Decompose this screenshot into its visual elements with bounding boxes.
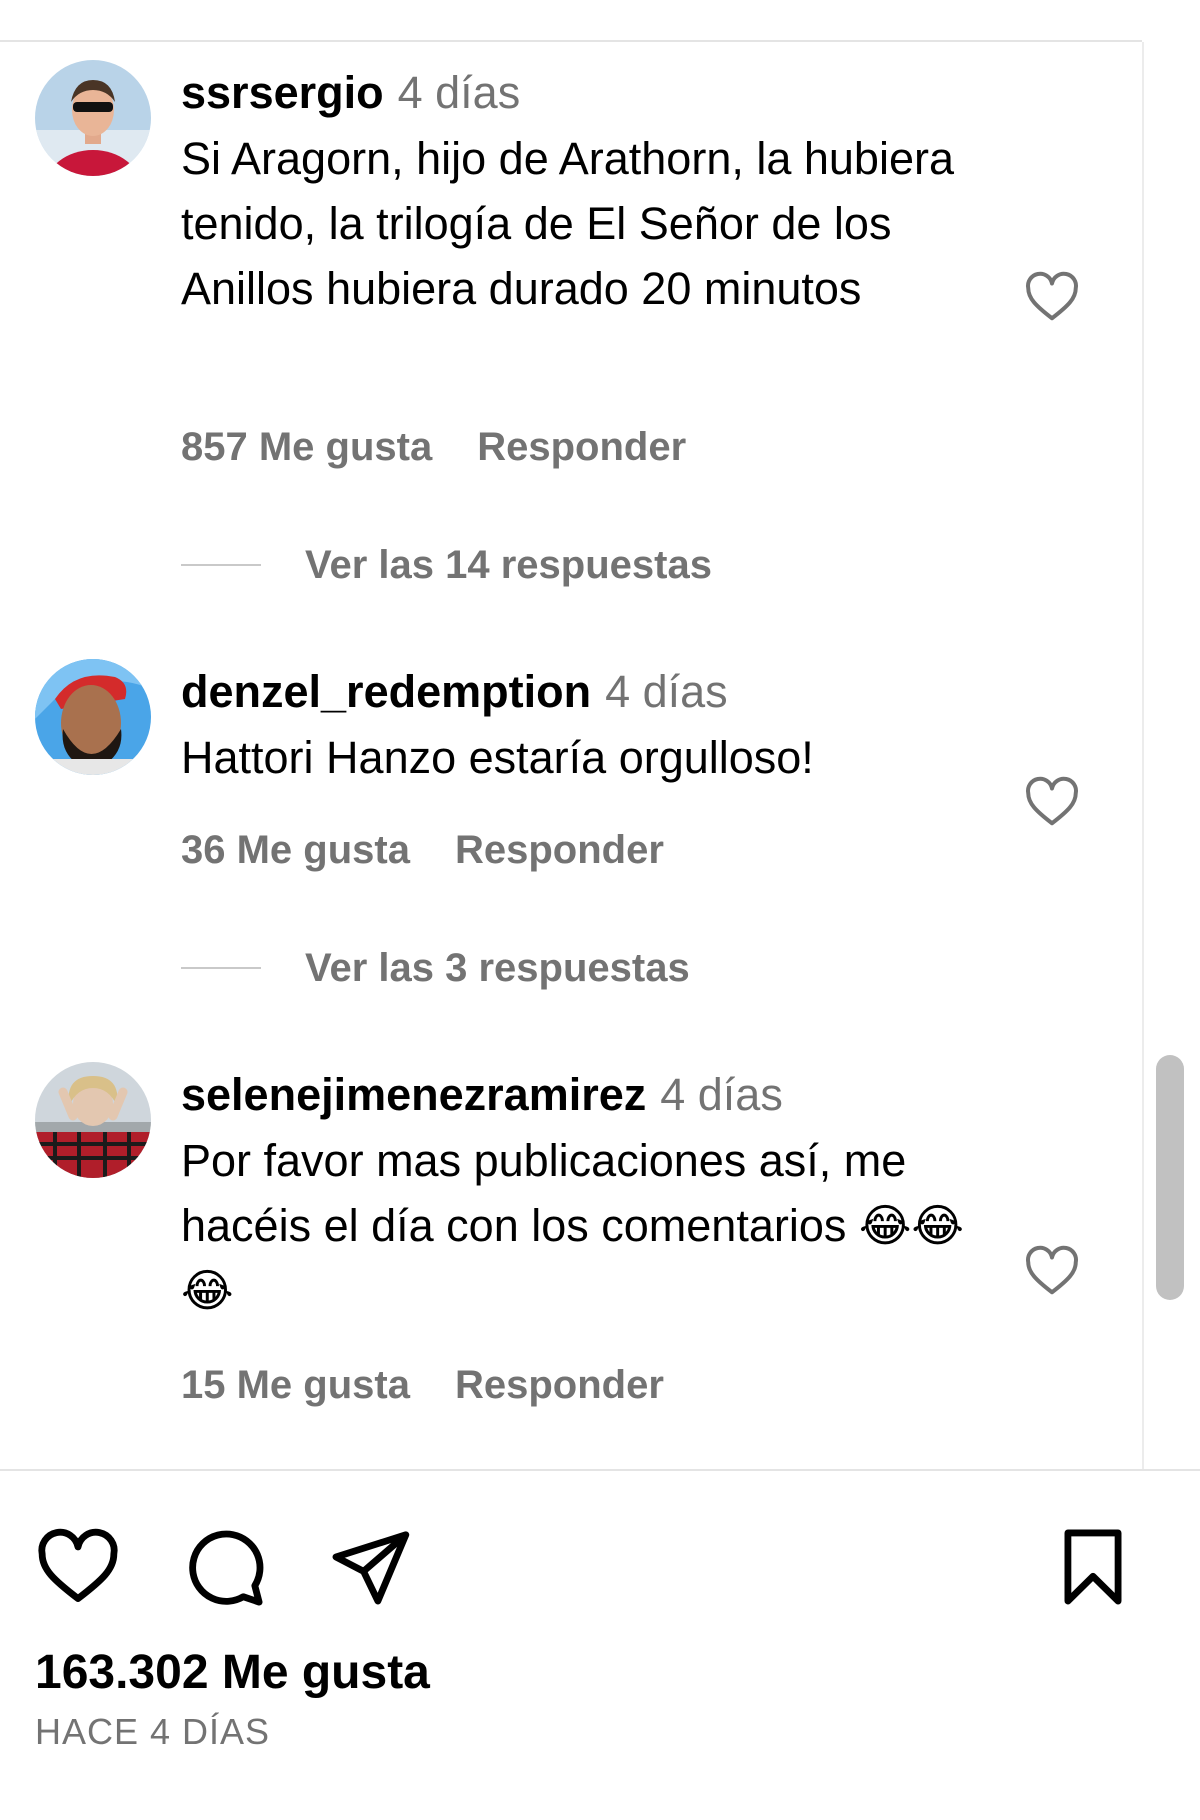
comment-like-count[interactable]: 15 Me gusta [181, 1363, 410, 1407]
post-timestamp[interactable]: HACE 4 DÍAS [35, 1708, 270, 1756]
avatar[interactable] [35, 659, 151, 775]
comment-time[interactable]: 4 días [398, 67, 521, 118]
reply-button[interactable]: Responder [477, 425, 686, 469]
comment-like-count[interactable]: 36 Me gusta [181, 828, 410, 872]
comment-time[interactable]: 4 días [660, 1069, 783, 1120]
comment-text: Hattori Hanzo estaría orgulloso! [181, 732, 814, 783]
post-like-count[interactable]: 163.302 Me gusta [35, 1640, 430, 1706]
comment-username[interactable]: ssrsergio [181, 67, 384, 118]
post-comments-panel: ssrsergio 4 días Si Aragorn, hijo de Arat… [0, 0, 1200, 1820]
comment-heart-icon[interactable] [1022, 772, 1082, 832]
bottom-divider [0, 1469, 1200, 1471]
paper-plane-icon[interactable] [327, 1524, 413, 1610]
comment-heart-icon[interactable] [1022, 267, 1082, 327]
comment-actions: 36 Me gusta Responder [181, 828, 664, 873]
comments-list: ssrsergio 4 días Si Aragorn, hijo de Arat… [0, 42, 1142, 1469]
comment-like-count[interactable]: 857 Me gusta [181, 425, 432, 469]
heart-icon[interactable] [35, 1524, 121, 1610]
reply-button[interactable]: Responder [455, 1363, 664, 1407]
avatar[interactable] [35, 60, 151, 176]
view-replies-label[interactable]: Ver las 14 respuestas [305, 543, 712, 588]
scrollbar-thumb[interactable] [1156, 1055, 1184, 1300]
view-replies-button[interactable]: Ver las 3 respuestas [181, 938, 690, 998]
view-replies-button[interactable]: Ver las 14 respuestas [181, 535, 712, 595]
comment-bubble-icon[interactable] [181, 1524, 267, 1610]
comment-actions: 15 Me gusta Responder [181, 1363, 664, 1408]
divider-line [181, 967, 261, 969]
divider-line [181, 564, 261, 566]
comment-text: Si Aragorn, hijo de Arathorn, la hubiera… [181, 133, 954, 314]
comment-time[interactable]: 4 días [605, 666, 728, 717]
comment-text: Por favor mas publicaciones así, me hacé… [181, 1135, 965, 1316]
comment-actions: 857 Me gusta Responder [181, 425, 686, 470]
comment-username[interactable]: selenejimenezramirez [181, 1069, 646, 1120]
bookmark-icon[interactable] [1050, 1524, 1136, 1610]
comment-heart-icon[interactable] [1022, 1241, 1082, 1301]
avatar[interactable] [35, 1062, 151, 1178]
comment-username[interactable]: denzel_redemption [181, 666, 591, 717]
view-replies-label[interactable]: Ver las 3 respuestas [305, 946, 690, 991]
reply-button[interactable]: Responder [455, 828, 664, 872]
